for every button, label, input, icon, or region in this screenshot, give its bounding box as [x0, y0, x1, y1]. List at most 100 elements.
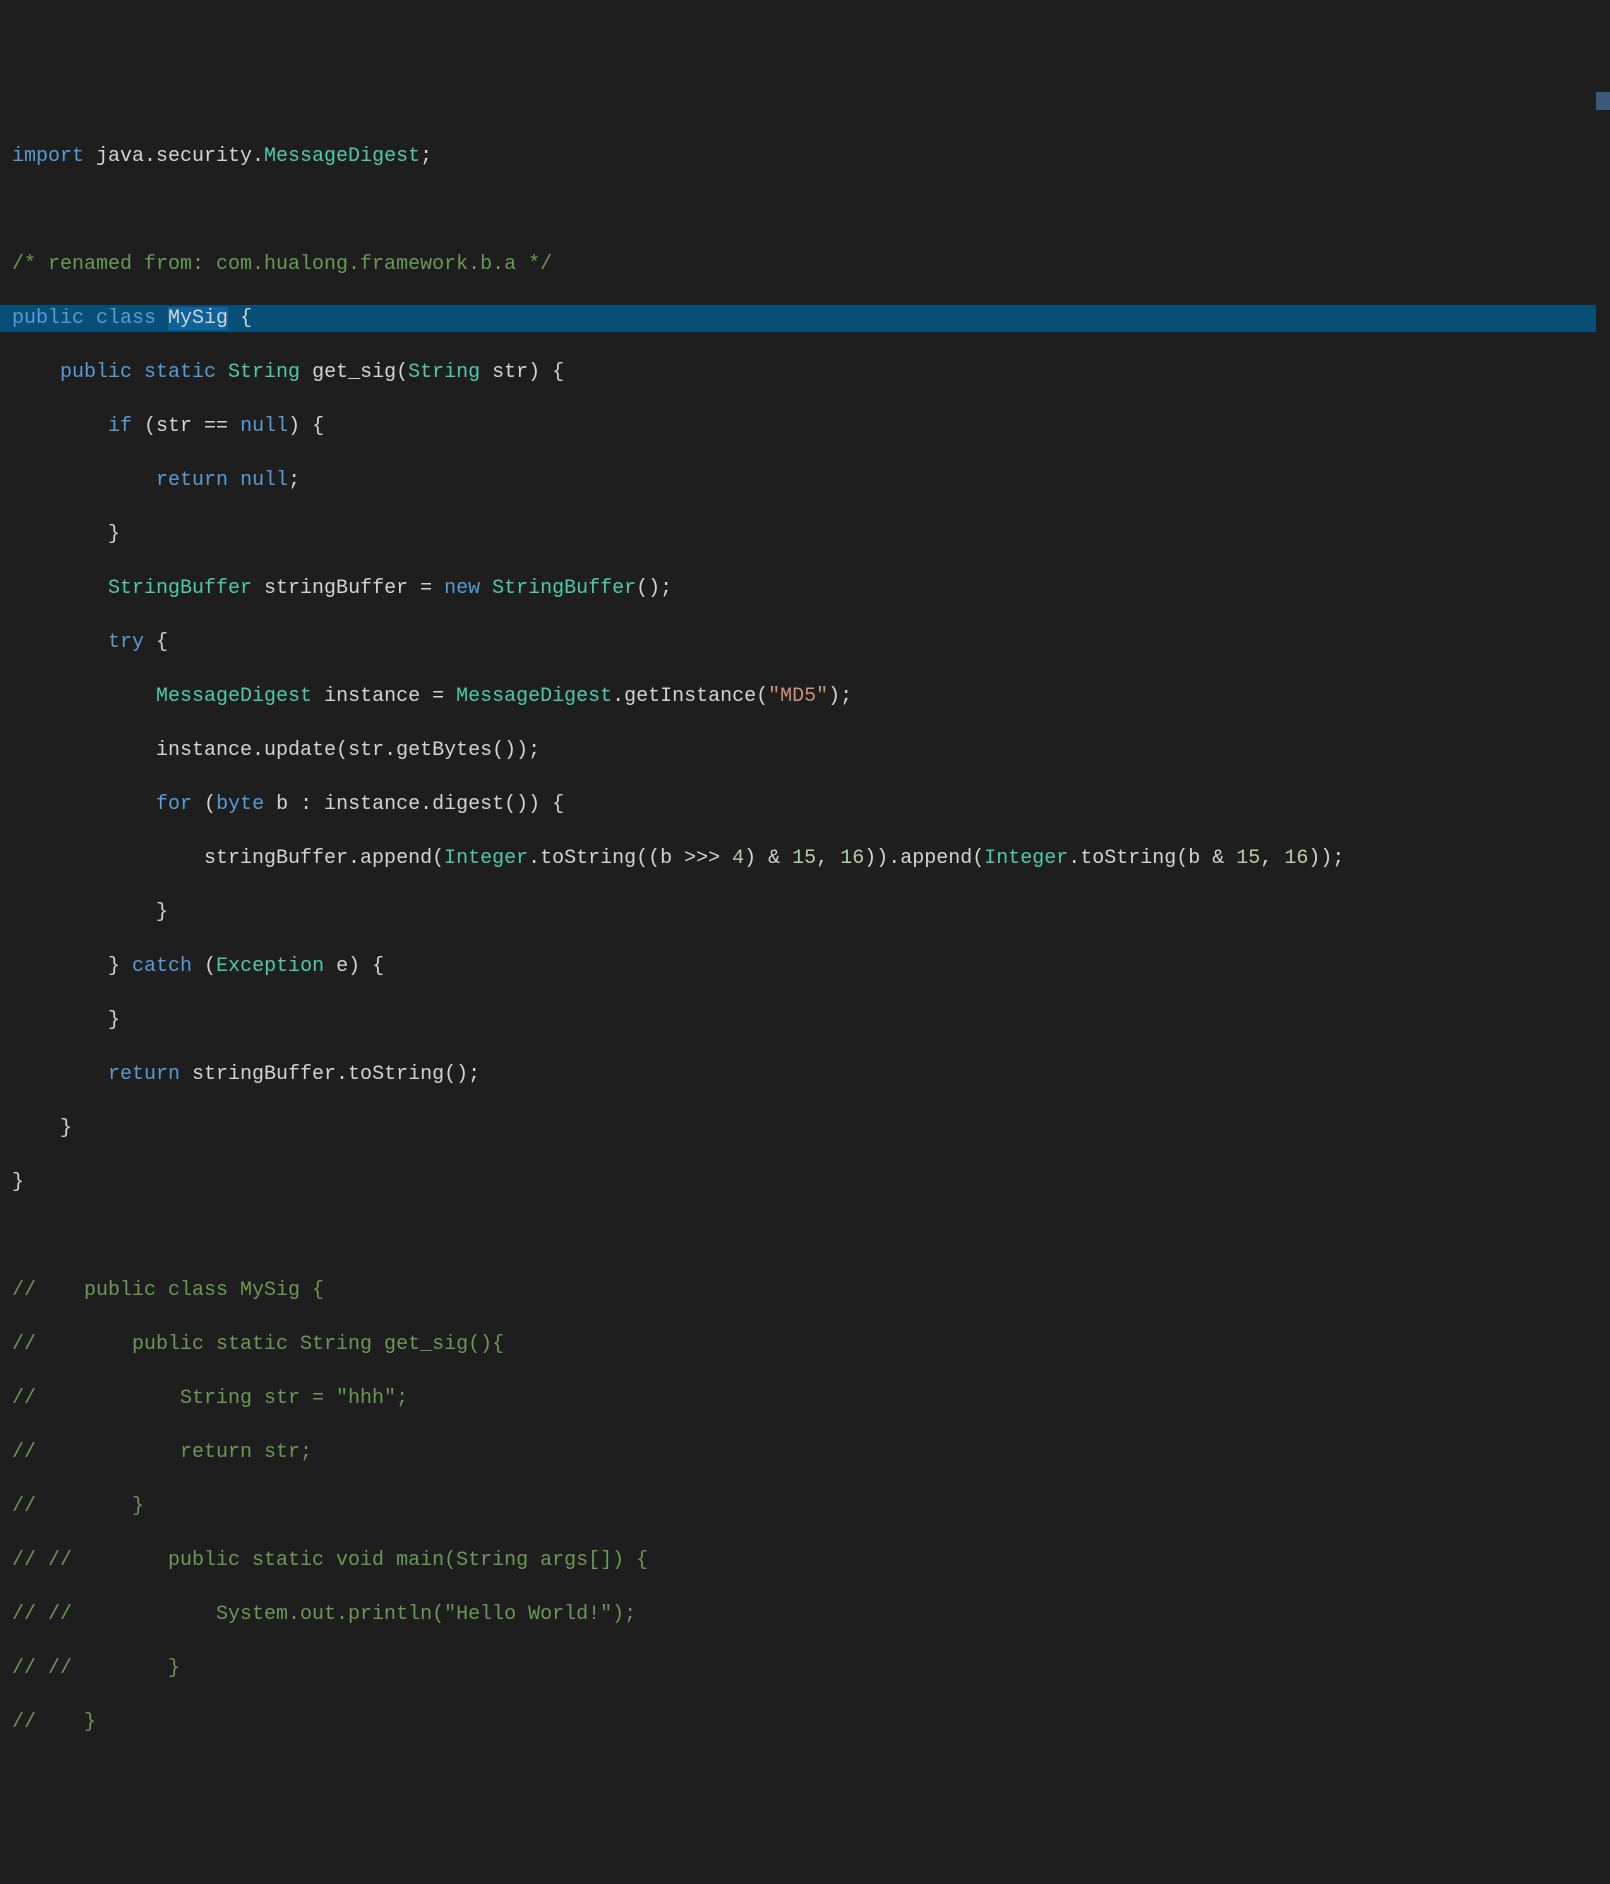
- code-line[interactable]: StringBuffer stringBuffer = new StringBu…: [0, 575, 1610, 602]
- code-line[interactable]: }: [0, 521, 1610, 548]
- type: StringBuffer: [108, 577, 252, 600]
- code-line[interactable]: return null;: [0, 467, 1610, 494]
- keyword: new: [444, 577, 480, 600]
- keyword: for: [156, 793, 192, 816]
- comment: // return str;: [12, 1441, 312, 1464]
- code-line[interactable]: instance.update(str.getBytes());: [0, 737, 1610, 764]
- indent: [12, 577, 108, 600]
- keyword: static: [132, 361, 228, 384]
- code-text: }: [108, 955, 132, 978]
- code-line[interactable]: import java.security.MessageDigest;: [0, 143, 1610, 170]
- indent: [12, 1009, 108, 1032]
- code-line[interactable]: [0, 1223, 1610, 1250]
- class-name: MessageDigest: [456, 685, 612, 708]
- code-line[interactable]: for (byte b : instance.digest()) {: [0, 791, 1610, 818]
- code-line[interactable]: }: [0, 1007, 1610, 1034]
- comment: // }: [12, 1711, 96, 1734]
- code-text: stringBuffer.toString();: [180, 1063, 480, 1086]
- code-line[interactable]: // // }: [0, 1655, 1610, 1682]
- code-line[interactable]: // public class MySig {: [0, 1277, 1610, 1304]
- code-line[interactable]: // String str = "hhh";: [0, 1385, 1610, 1412]
- comment: // // public static void main(String arg…: [12, 1549, 648, 1572]
- code-text: ) &: [744, 847, 792, 870]
- code-editor[interactable]: import java.security.MessageDigest; /* r…: [0, 116, 1610, 1763]
- code-line-highlighted[interactable]: public class MySig {: [0, 305, 1610, 332]
- indent: [12, 901, 156, 924]
- code-text: b : instance.digest()) {: [264, 793, 564, 816]
- code-text: .toString((b >>>: [528, 847, 732, 870]
- keyword: byte: [216, 793, 264, 816]
- code-text: {: [228, 307, 252, 330]
- code-line[interactable]: if (str == null) {: [0, 413, 1610, 440]
- indent: [12, 847, 204, 870]
- code-text: [228, 469, 240, 492]
- class-name: Integer: [984, 847, 1068, 870]
- code-line[interactable]: MessageDigest instance = MessageDigest.g…: [0, 683, 1610, 710]
- code-text: ;: [420, 145, 432, 168]
- code-line[interactable]: try {: [0, 629, 1610, 656]
- code-text: ) {: [288, 415, 324, 438]
- scrollbar-highlight-marker: [1596, 92, 1610, 110]
- class-name: Integer: [444, 847, 528, 870]
- code-line[interactable]: // return str;: [0, 1439, 1610, 1466]
- code-text: .getInstance(: [612, 685, 768, 708]
- keyword: null: [240, 469, 288, 492]
- code-line[interactable]: stringBuffer.append(Integer.toString((b …: [0, 845, 1610, 872]
- code-text: }: [12, 1171, 24, 1194]
- method-name: get_sig: [300, 361, 396, 384]
- code-text: }: [156, 901, 168, 924]
- code-line[interactable]: } catch (Exception e) {: [0, 953, 1610, 980]
- code-text: (: [396, 361, 408, 384]
- keyword: catch: [132, 955, 192, 978]
- keyword: import: [12, 145, 84, 168]
- code-text: }: [108, 523, 120, 546]
- type: StringBuffer: [492, 577, 636, 600]
- code-line[interactable]: /* renamed from: com.hualong.framework.b…: [0, 251, 1610, 278]
- code-text: {: [144, 631, 168, 654]
- scrollbar-track[interactable]: [1596, 0, 1610, 942]
- code-text: ;: [288, 469, 300, 492]
- type: String: [408, 361, 480, 384]
- indent: [12, 631, 108, 654]
- comment: /* renamed from: com.hualong.framework.b…: [12, 253, 552, 276]
- code-line[interactable]: }: [0, 1115, 1610, 1142]
- code-line[interactable]: [0, 197, 1610, 224]
- indent: [12, 955, 108, 978]
- code-line[interactable]: // // public static void main(String arg…: [0, 1547, 1610, 1574]
- code-line[interactable]: // // System.out.println("Hello World!")…: [0, 1601, 1610, 1628]
- code-text: )).append(: [864, 847, 984, 870]
- number: 16: [1284, 847, 1308, 870]
- class-name: MessageDigest: [264, 145, 420, 168]
- keyword: try: [108, 631, 144, 654]
- code-text: ));: [1308, 847, 1344, 870]
- keyword: if: [108, 415, 132, 438]
- code-line[interactable]: }: [0, 1169, 1610, 1196]
- code-line[interactable]: }: [0, 899, 1610, 926]
- code-line[interactable]: // public static String get_sig(){: [0, 1331, 1610, 1358]
- code-text: instance =: [312, 685, 456, 708]
- code-text: );: [828, 685, 852, 708]
- code-line[interactable]: // }: [0, 1493, 1610, 1520]
- code-text: ();: [636, 577, 672, 600]
- code-text: ) {: [528, 361, 564, 384]
- indent: [12, 1063, 108, 1086]
- code-text: java.security.: [84, 145, 264, 168]
- code-text: }: [60, 1117, 72, 1140]
- keyword: class: [84, 307, 168, 330]
- param: str: [480, 361, 528, 384]
- string-literal: "MD5": [768, 685, 828, 708]
- code-text: instance.update(str.getBytes());: [156, 739, 540, 762]
- number: 15: [1236, 847, 1260, 870]
- keyword: return: [156, 469, 228, 492]
- number: 16: [840, 847, 864, 870]
- code-line[interactable]: public static String get_sig(String str)…: [0, 359, 1610, 386]
- code-text: (: [192, 793, 216, 816]
- selected-class-name: MySig: [168, 307, 228, 330]
- code-line[interactable]: // }: [0, 1709, 1610, 1736]
- code-line[interactable]: return stringBuffer.toString();: [0, 1061, 1610, 1088]
- number: 4: [732, 847, 744, 870]
- indent: [12, 469, 156, 492]
- code-text: (str ==: [132, 415, 240, 438]
- keyword: return: [108, 1063, 180, 1086]
- code-text: stringBuffer.append(: [204, 847, 444, 870]
